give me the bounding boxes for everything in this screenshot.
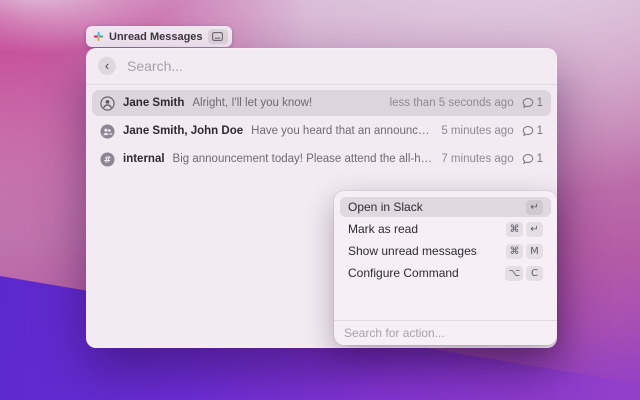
message-count: 1 <box>522 97 543 109</box>
chat-bubble-icon <box>522 153 534 165</box>
message-time: less than 5 seconds ago <box>390 97 514 109</box>
key-badge-option: ⌥ <box>505 266 523 281</box>
message-list: Jane Smith Alright, I'll let you know! l… <box>86 85 557 175</box>
action-menu: Open in Slack ↵ Mark as read ⌘ ↵ Show un… <box>334 191 557 345</box>
message-preview: Alright, I'll let you know! <box>192 97 381 109</box>
message-count-value: 1 <box>537 125 543 137</box>
svg-text:#: # <box>104 155 111 165</box>
message-count-value: 1 <box>537 153 543 165</box>
message-preview: Big announcement today! Please attend th… <box>173 153 434 165</box>
command-chip[interactable]: Unread Messages <box>86 26 232 47</box>
message-row[interactable]: Jane Smith, John Doe Have you heard that… <box>92 118 551 144</box>
chat-bubble-icon <box>522 125 534 137</box>
message-time: 5 minutes ago <box>441 125 513 137</box>
message-row[interactable]: Jane Smith Alright, I'll let you know! l… <box>92 90 551 116</box>
person-circle-icon <box>100 96 115 111</box>
search-bar: ‹ <box>86 48 557 85</box>
menu-item-label: Mark as read <box>348 222 506 236</box>
key-badge-m: M <box>526 244 543 259</box>
menu-item-label: Open in Slack <box>348 200 526 214</box>
key-badge-cmd: ⌘ <box>506 222 523 237</box>
chevron-left-icon: ‹ <box>105 59 109 72</box>
message-count: 1 <box>522 153 543 165</box>
key-badge-return: ↵ <box>526 222 543 237</box>
key-badge-return: ↵ <box>526 200 543 215</box>
back-button[interactable]: ‹ <box>98 57 116 75</box>
chat-bubble-icon <box>522 97 534 109</box>
message-sender: Jane Smith <box>123 97 184 109</box>
menu-item-show-unread-messages[interactable]: Show unread messages ⌘ M <box>340 241 551 261</box>
slack-icon <box>93 31 104 42</box>
hashtag-circle-icon: # <box>100 152 115 167</box>
action-search-input[interactable] <box>344 326 547 340</box>
command-chip-label: Unread Messages <box>109 31 203 43</box>
search-input[interactable] <box>127 58 545 74</box>
key-badge-cmd: ⌘ <box>506 244 523 259</box>
message-count: 1 <box>522 125 543 137</box>
message-sender: internal <box>123 153 165 165</box>
message-sender: Jane Smith, John Doe <box>123 125 243 137</box>
menu-item-mark-as-read[interactable]: Mark as read ⌘ ↵ <box>340 219 551 239</box>
menu-item-label: Configure Command <box>348 266 505 280</box>
message-count-value: 1 <box>537 97 543 109</box>
message-row[interactable]: # internal Big announcement today! Pleas… <box>92 146 551 172</box>
menu-item-configure-command[interactable]: Configure Command ⌥ C <box>340 263 551 283</box>
message-time: 7 minutes ago <box>441 153 513 165</box>
menu-item-open-in-slack[interactable]: Open in Slack ↵ <box>340 197 551 217</box>
people-circle-icon <box>100 124 115 139</box>
menu-item-label: Show unread messages <box>348 244 506 258</box>
message-preview: Have you heard that an announcement is c… <box>251 125 433 137</box>
key-badge-c: C <box>526 266 543 281</box>
keyboard-icon <box>208 29 228 44</box>
action-menu-items: Open in Slack ↵ Mark as read ⌘ ↵ Show un… <box>334 191 557 283</box>
